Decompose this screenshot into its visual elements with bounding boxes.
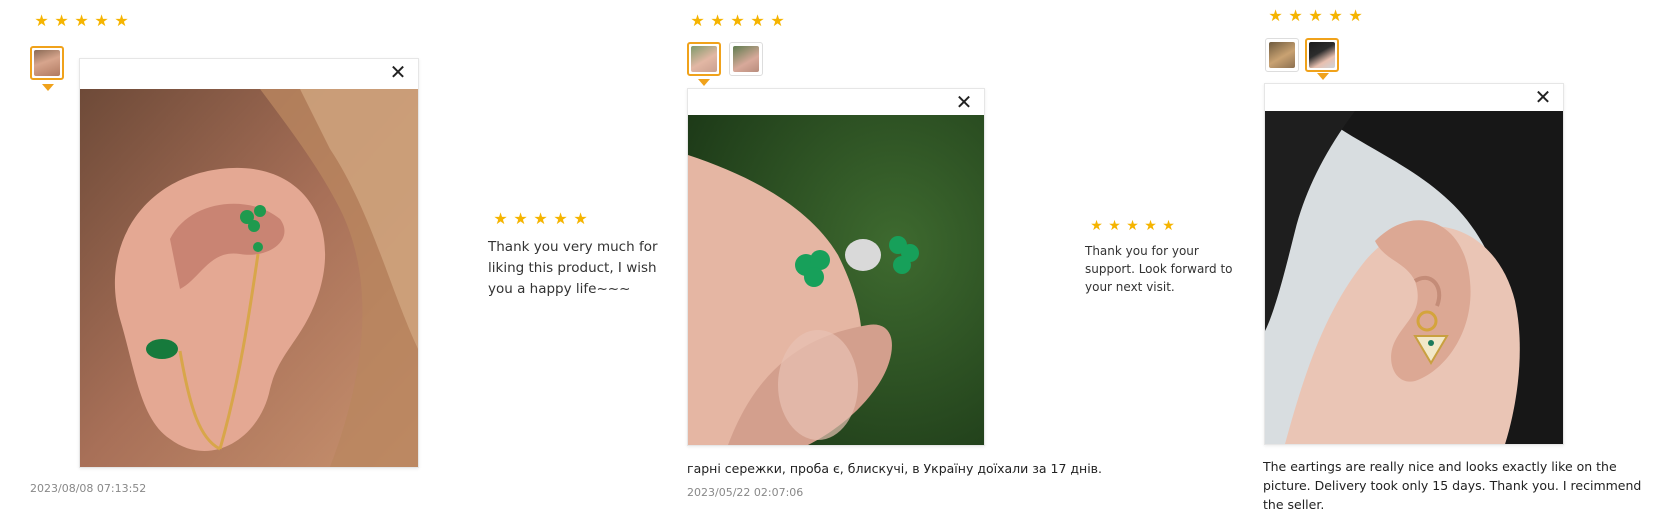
star-icon: ★ xyxy=(533,209,548,228)
earring-photo-thumbnail xyxy=(1269,42,1295,68)
star-icon: ★ xyxy=(513,209,528,228)
earring-photo-thumbnail xyxy=(733,46,759,72)
star-icon: ★ xyxy=(1108,218,1121,234)
review-1-photo[interactable] xyxy=(80,89,418,467)
star-icon: ★ xyxy=(1308,6,1323,25)
close-icon[interactable]: ✕ xyxy=(1533,87,1553,107)
review-3-photo-viewer: ✕ xyxy=(1264,83,1564,445)
star-icon: ★ xyxy=(770,11,785,30)
star-icon: ★ xyxy=(553,209,568,228)
ear-photo-thumbnail xyxy=(1309,42,1335,68)
photo-viewer-toolbar: ✕ xyxy=(80,59,418,87)
star-icon: ★ xyxy=(710,11,725,30)
ear-cuff-photo xyxy=(80,89,418,467)
close-icon[interactable]: ✕ xyxy=(388,62,408,82)
star-icon: ★ xyxy=(114,11,129,30)
star-icon: ★ xyxy=(74,11,89,30)
star-icon: ★ xyxy=(730,11,745,30)
star-icon: ★ xyxy=(1328,6,1343,25)
review-2-photo-thumb-2[interactable] xyxy=(729,42,763,76)
review-1-date: 2023/08/08 07:13:52 xyxy=(30,482,147,495)
review-2-rating: ★ ★ ★ ★ ★ xyxy=(689,13,786,29)
star-icon: ★ xyxy=(1348,6,1363,25)
close-icon[interactable]: ✕ xyxy=(954,92,974,112)
reply-1-rating: ★ ★ ★ ★ ★ xyxy=(492,211,589,227)
star-icon: ★ xyxy=(750,11,765,30)
star-icon: ★ xyxy=(34,11,49,30)
review-2-photo-viewer: ✕ xyxy=(687,88,985,446)
star-icon: ★ xyxy=(94,11,109,30)
earring-photo-thumbnail xyxy=(691,46,717,72)
star-icon: ★ xyxy=(54,11,69,30)
photo-viewer-toolbar: ✕ xyxy=(688,89,984,117)
ear-photo-thumbnail xyxy=(34,50,60,76)
review-2-date: 2023/05/22 02:07:06 xyxy=(687,486,804,499)
star-icon: ★ xyxy=(573,209,588,228)
selected-thumb-caret xyxy=(698,79,710,86)
star-icon: ★ xyxy=(493,209,508,228)
star-icon: ★ xyxy=(1268,6,1283,25)
star-icon: ★ xyxy=(1144,218,1157,234)
review-1-photo-viewer: ✕ xyxy=(79,58,419,468)
photo-viewer-toolbar: ✕ xyxy=(1265,84,1563,112)
reply-2-text: Thank you for your support. Look forward… xyxy=(1085,244,1233,294)
star-icon: ★ xyxy=(1090,218,1103,234)
review-3-text: The eartings are really nice and looks e… xyxy=(1263,459,1642,512)
review-1-rating: ★ ★ ★ ★ ★ xyxy=(33,13,130,29)
review-3-photo[interactable] xyxy=(1265,111,1563,444)
review-3-photo-thumb-2[interactable] xyxy=(1305,38,1339,72)
selected-thumb-caret xyxy=(42,84,54,91)
star-icon: ★ xyxy=(1288,6,1303,25)
stud-earrings-photo xyxy=(688,115,984,445)
selected-thumb-caret xyxy=(1317,73,1329,80)
review-3-rating: ★ ★ ★ ★ ★ xyxy=(1267,8,1364,24)
reply-1-text: Thank you very much for liking this prod… xyxy=(488,239,658,297)
star-icon: ★ xyxy=(690,11,705,30)
ear-hoop-photo xyxy=(1265,111,1563,444)
reply-2-rating: ★ ★ ★ ★ ★ xyxy=(1089,218,1176,234)
star-icon: ★ xyxy=(1126,218,1139,234)
review-2-photo[interactable] xyxy=(688,115,984,445)
review-3-photo-thumb-1[interactable] xyxy=(1265,38,1299,72)
review-1-photo-thumb-1[interactable] xyxy=(30,46,64,80)
star-icon: ★ xyxy=(1162,218,1175,234)
review-2-photo-thumb-1[interactable] xyxy=(687,42,721,76)
